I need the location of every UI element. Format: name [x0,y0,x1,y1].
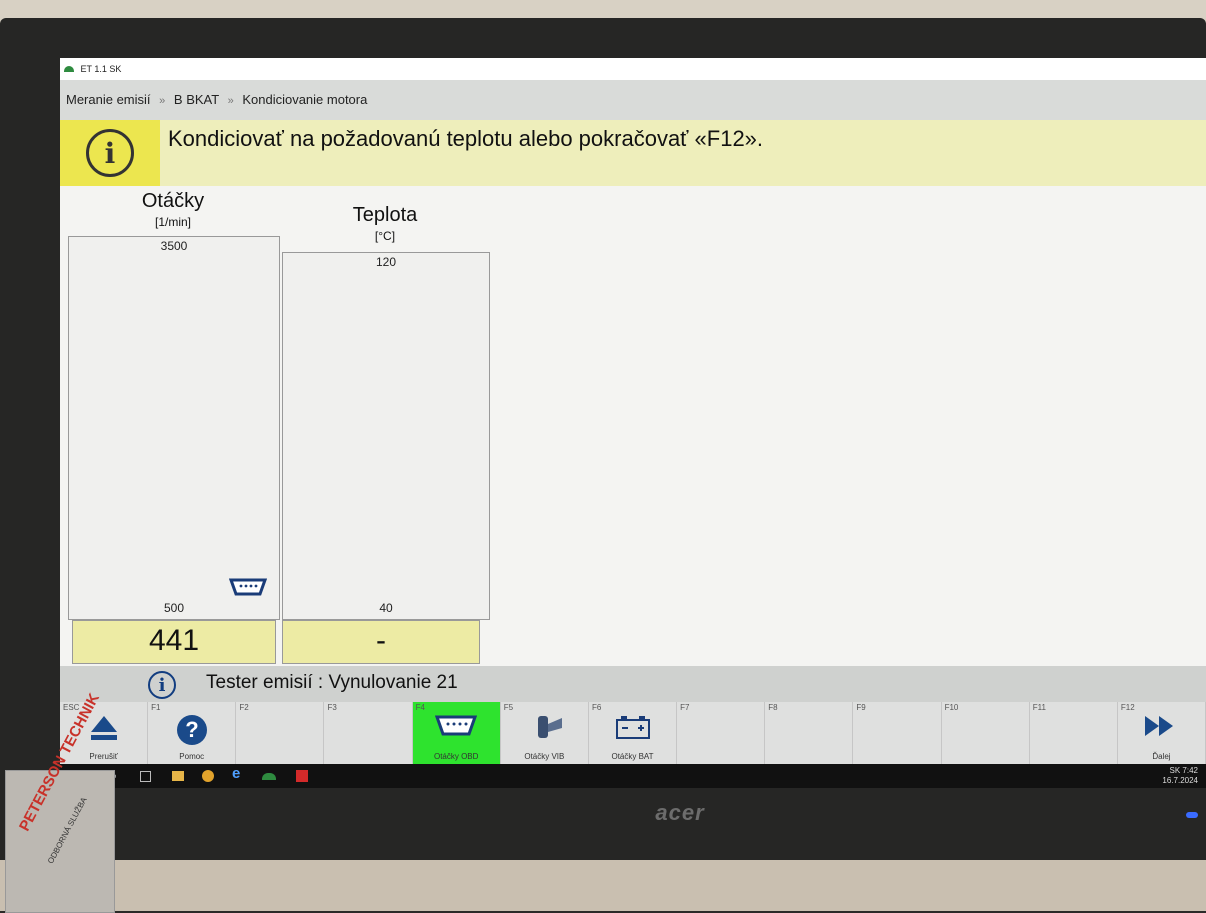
obd-connector-icon [229,578,267,596]
tray-time: 7:42 [1182,766,1198,775]
rpm-gauge-title: Otáčky [1/min] [68,190,278,229]
power-led [1186,812,1198,818]
fkey-f5[interactable]: F5 Otáčky VIB [501,702,589,764]
fkey-code: F8 [768,703,778,712]
application-screen: ET 1.1 SK Meranie emisií » B BKAT » Kond… [60,58,1206,788]
function-key-bar: ESC Prerušiť F1 ? Pomoc F2 F3 F4 Otáčky … [60,702,1206,764]
rpm-title: Otáčky [141,190,205,212]
fkey-label: Otáčky VIB [524,752,565,761]
fkey-f3[interactable]: F3 [324,702,413,764]
info-icon-box: i [60,120,160,186]
temp-max-label: 120 [375,255,397,269]
windows-taskbar: ⌕ e SK 7:42 16.7.2024 [60,764,1206,788]
instruction-banner: i Kondiciovať na požadovanú teplotu aleb… [60,120,1206,186]
rpm-max-label: 3500 [160,239,188,253]
box-sub-label: ODBORNÁ SLUŽBA [46,795,89,866]
breadcrumb-item-2[interactable]: B BKAT [174,92,219,107]
temp-title: Teplota [352,204,418,226]
fkey-code: F10 [944,703,959,712]
fkey-code: F6 [591,703,602,712]
peterson-box: PETERSON TECHNIK ODBORNÁ SLUŽBA [5,691,115,913]
window-title: ET 1.1 SK [80,64,122,74]
tray-language: SK [1169,766,1181,775]
monitor-brand-logo: acer [655,800,705,825]
desk-surface [0,860,1206,911]
status-bar: i Tester emisií : Vynulovanie 21 [60,666,1206,702]
rpm-readout: 441 [72,620,276,664]
instruction-text: Kondiciovať na požadovanú teplotu alebo … [168,126,764,151]
battery-icon [615,716,650,739]
fkey-f1[interactable]: F1 ? Pomoc [148,702,237,764]
info-icon: i [86,129,134,177]
info-icon: i [148,671,176,699]
temp-unit: [°C] [374,229,396,243]
fkey-f11[interactable]: F11 [1030,702,1118,764]
help-icon: ? [176,715,207,745]
fkey-label: Ďalej [1152,752,1171,761]
breadcrumb-item-1[interactable]: Meranie emisií [66,92,151,107]
rpm-unit: [1/min] [154,215,191,229]
rpm-gauge: 3500 500 [68,236,280,620]
fkey-code: F7 [680,703,690,712]
status-text: Tester emisií : Vynulovanie 21 [206,672,458,693]
fkey-code: F2 [239,703,249,712]
fast-forward-icon [1145,716,1174,736]
window-titlebar: ET 1.1 SK [60,58,1206,80]
fkey-f8[interactable]: F8 [765,702,854,764]
fkey-code: F5 [503,703,514,712]
app-logo-icon [64,66,74,72]
temp-readout: - [282,620,480,664]
file-explorer-icon[interactable] [172,771,184,781]
fkey-f12[interactable]: F12 Ďalej [1118,702,1206,764]
app-car-icon[interactable] [262,773,276,780]
temp-min-label: 40 [379,601,393,615]
breadcrumb-separator: » [159,95,166,107]
fkey-f4[interactable]: F4 Otáčky OBD [412,702,501,764]
fkey-code: F3 [327,703,337,712]
fkey-f10[interactable]: F10 [942,702,1030,764]
fkey-code: F9 [856,703,866,712]
fkey-label: Otáčky OBD [433,752,479,761]
fkey-f2[interactable]: F2 [236,702,325,764]
fkey-f7[interactable]: F7 [677,702,766,764]
temp-gauge-title: Teplota [°C] [282,204,488,243]
chrome-icon[interactable] [202,770,214,782]
tray-date: 16.7.2024 [1162,776,1198,785]
fkey-label: Pomoc [179,752,205,761]
fkey-code: F11 [1032,703,1046,712]
eject-icon [90,716,117,740]
fkey-f9[interactable]: F9 [853,702,942,764]
pdf-reader-icon[interactable] [296,770,308,782]
fkey-code: F12 [1120,703,1135,712]
temp-gauge: 120 40 [282,252,490,620]
svg-text:?: ? [185,717,198,742]
breadcrumb-item-3: Kondiciovanie motora [242,92,368,107]
breadcrumb-separator: » [227,95,234,107]
fkey-label: Otáčky BAT [611,752,654,761]
rpm-min-label: 500 [163,601,185,615]
edge-icon[interactable]: e [232,765,248,782]
fkey-code: F4 [415,703,425,712]
fkey-f6[interactable]: F6 Otáčky BAT [589,702,678,764]
task-view-icon[interactable] [140,771,151,782]
system-tray[interactable]: SK 7:42 16.7.2024 [1162,766,1198,786]
fkey-code: F1 [151,703,161,712]
breadcrumb: Meranie emisií » B BKAT » Kondiciovanie … [60,80,1206,120]
vibration-sensor-icon [538,716,563,738]
obd-connector-icon [435,715,478,736]
